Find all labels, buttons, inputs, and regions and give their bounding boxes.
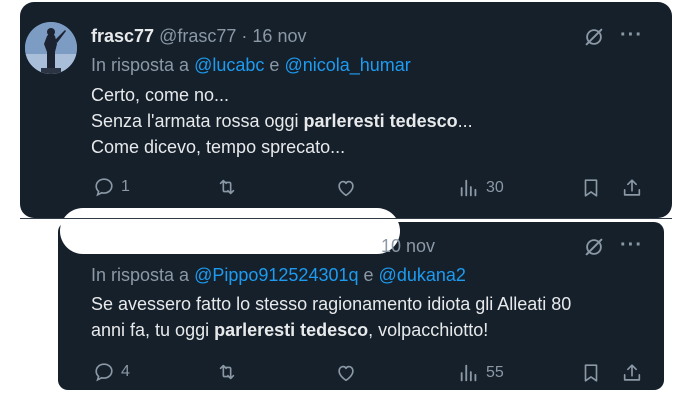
bold-text: parleresti tedesco bbox=[214, 320, 369, 340]
repost-icon bbox=[219, 179, 235, 195]
like-button[interactable] bbox=[335, 177, 363, 199]
tweet-date[interactable]: 10 nov bbox=[381, 236, 435, 257]
repost-button[interactable] bbox=[216, 361, 244, 383]
reply-prefix: In risposta a bbox=[91, 265, 190, 285]
views-icon bbox=[460, 364, 477, 382]
reply-mention[interactable]: @lucabc bbox=[194, 55, 264, 75]
share-button[interactable] bbox=[621, 362, 643, 384]
tweet-text: Se avessero fatto lo stesso ragionamento… bbox=[91, 291, 651, 343]
reply-mention[interactable]: @Pippo912524301q bbox=[194, 265, 358, 285]
reply-button[interactable]: 4 bbox=[93, 361, 130, 383]
more-options-icon[interactable]: ··· bbox=[620, 234, 643, 257]
reply-context: In risposta a @Pippo912524301q e @dukana… bbox=[91, 265, 466, 286]
tweet-text-line: anni fa, tu oggi parleresti tedesco, vol… bbox=[91, 317, 651, 343]
avatar[interactable] bbox=[25, 22, 77, 74]
grok-icon[interactable] bbox=[583, 236, 605, 258]
heart-icon bbox=[338, 365, 354, 382]
share-icon bbox=[623, 179, 641, 196]
repost-icon bbox=[219, 364, 235, 380]
reply-join: e bbox=[269, 55, 280, 75]
reply-button[interactable]: 1 bbox=[93, 176, 130, 198]
tweet-text: Certo, come no... Senza l'armata rossa o… bbox=[91, 82, 651, 160]
bold-text: parleresti tedesco bbox=[303, 111, 458, 131]
grok-icon[interactable] bbox=[583, 26, 605, 48]
text-span: Senza l'armata rossa oggi bbox=[91, 111, 304, 131]
reply-prefix: In risposta a bbox=[91, 55, 190, 75]
text-span: , volpacchiotto! bbox=[368, 320, 489, 340]
reply-context: In risposta a @lucabc e @nicola_humar bbox=[91, 55, 411, 76]
more-options-icon[interactable]: ··· bbox=[620, 24, 643, 47]
views-button[interactable]: 55 bbox=[458, 362, 504, 384]
handle[interactable]: @frasc77 bbox=[159, 26, 236, 46]
tweet-header: frasc77 @frasc77 · 16 nov bbox=[91, 26, 306, 47]
reply-count: 4 bbox=[121, 363, 130, 380]
display-name[interactable]: frasc77 bbox=[91, 26, 154, 46]
heart-icon bbox=[338, 180, 354, 197]
views-button[interactable]: 30 bbox=[458, 177, 504, 199]
tweet-text-line: Senza l'armata rossa oggi parleresti ted… bbox=[91, 108, 651, 134]
redaction-mask bbox=[60, 208, 400, 254]
tweet-divider bbox=[20, 218, 672, 219]
reply-icon bbox=[95, 178, 113, 197]
bookmark-button[interactable] bbox=[580, 177, 602, 199]
reply-count: 1 bbox=[121, 178, 130, 195]
separator: · bbox=[241, 26, 248, 46]
reply-join: e bbox=[363, 265, 374, 285]
views-icon bbox=[460, 179, 477, 197]
like-button[interactable] bbox=[335, 362, 363, 384]
bookmark-button[interactable] bbox=[580, 362, 602, 384]
share-icon bbox=[623, 364, 641, 381]
view-count: 30 bbox=[486, 179, 504, 196]
bookmark-icon bbox=[584, 364, 598, 382]
reply-mention[interactable]: @dukana2 bbox=[379, 265, 466, 285]
bookmark-icon bbox=[584, 179, 598, 197]
tweet-text-line: Certo, come no... bbox=[91, 85, 230, 105]
reply-mention[interactable]: @nicola_humar bbox=[284, 55, 410, 75]
view-count: 55 bbox=[486, 364, 504, 381]
text-span: anni fa, tu oggi bbox=[91, 320, 215, 340]
tweet-text-line: Come dicevo, tempo sprecato... bbox=[91, 137, 346, 157]
text-span: ... bbox=[457, 111, 473, 131]
repost-button[interactable] bbox=[216, 176, 244, 198]
tweet-date[interactable]: 16 nov bbox=[252, 26, 306, 46]
tweet-text-line: Se avessero fatto lo stesso ragionamento… bbox=[91, 294, 572, 314]
share-button[interactable] bbox=[621, 177, 643, 199]
reply-icon bbox=[95, 363, 113, 382]
